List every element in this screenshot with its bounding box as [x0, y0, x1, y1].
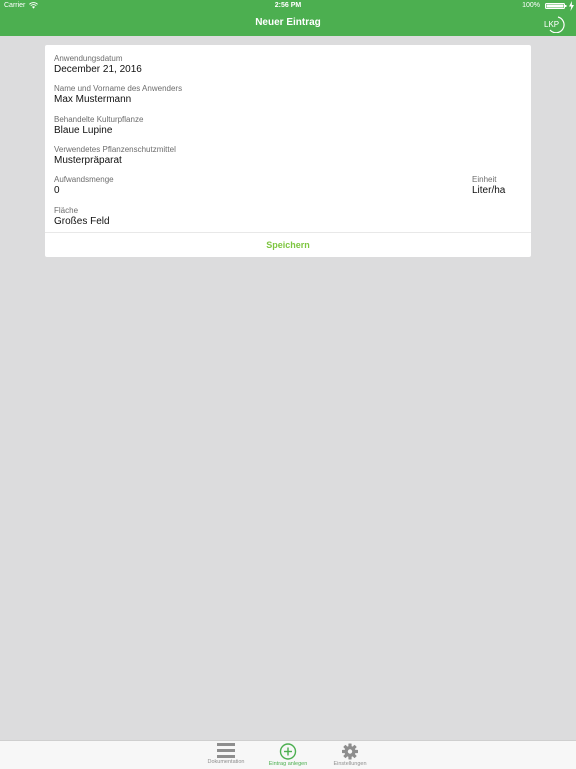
lkp-logo-icon[interactable]: LKP — [544, 15, 566, 33]
field-unit[interactable]: Einheit Liter/ha — [472, 175, 505, 197]
status-bar: Carrier 2:56 PM 100% — [0, 0, 576, 12]
field-label: Einheit — [472, 175, 497, 184]
tab-settings[interactable]: Einstellungen — [320, 741, 380, 769]
entry-form-card: Anwendungsdatum December 21, 2016 Name u… — [45, 45, 531, 257]
logo-text: LKP — [544, 20, 559, 29]
list-icon — [217, 743, 235, 758]
tab-label: Einstellungen — [333, 761, 367, 767]
field-value: Liter/ha — [472, 185, 506, 196]
field-value: Max Mustermann — [54, 94, 132, 105]
field-label: Verwendetes Pflanzenschutzmittel — [54, 145, 176, 154]
charging-icon — [569, 1, 574, 11]
field-label: Fläche — [54, 206, 79, 215]
tab-label: Eintrag anlegen — [268, 761, 308, 767]
battery-percentage: 100% — [522, 2, 540, 9]
field-pesticide[interactable]: Verwendetes Pflanzenschutzmittel Musterp… — [54, 145, 176, 167]
tab-documentation[interactable]: Dokumentation — [196, 741, 256, 769]
page-title: Neuer Eintrag — [255, 17, 321, 28]
field-crop[interactable]: Behandelte Kulturpflanze Blaue Lupine — [54, 115, 143, 137]
field-applicant-name[interactable]: Name und Vorname des Anwenders Max Muste… — [54, 84, 182, 106]
field-value: Großes Feld — [54, 216, 110, 227]
field-application-rate[interactable]: Aufwandsmenge 0 — [54, 175, 114, 197]
tab-new-entry[interactable]: Eintrag anlegen — [258, 741, 318, 769]
app-header: Carrier 2:56 PM 100% Neuer Eintrag LKP — [0, 0, 576, 36]
field-value: Blaue Lupine — [54, 125, 113, 136]
field-value: December 21, 2016 — [54, 64, 142, 75]
battery-icon — [545, 3, 567, 9]
field-label: Aufwandsmenge — [54, 175, 114, 184]
gear-icon — [342, 743, 358, 760]
field-label: Name und Vorname des Anwenders — [54, 84, 183, 93]
field-application-date[interactable]: Anwendungsdatum December 21, 2016 — [54, 54, 142, 76]
clock: 2:56 PM — [274, 2, 302, 9]
save-button[interactable]: Speichern — [45, 233, 531, 257]
field-value: 0 — [54, 185, 60, 196]
add-circle-icon — [279, 743, 297, 760]
tab-bar: Dokumentation Eintrag anlegen Einstellun… — [0, 740, 576, 769]
field-label: Anwendungsdatum — [54, 54, 123, 63]
field-label: Behandelte Kulturpflanze — [54, 115, 144, 124]
tab-label: Dokumentation — [207, 759, 245, 765]
field-area[interactable]: Fläche Großes Feld — [54, 206, 110, 228]
field-value: Musterpräparat — [54, 155, 122, 166]
